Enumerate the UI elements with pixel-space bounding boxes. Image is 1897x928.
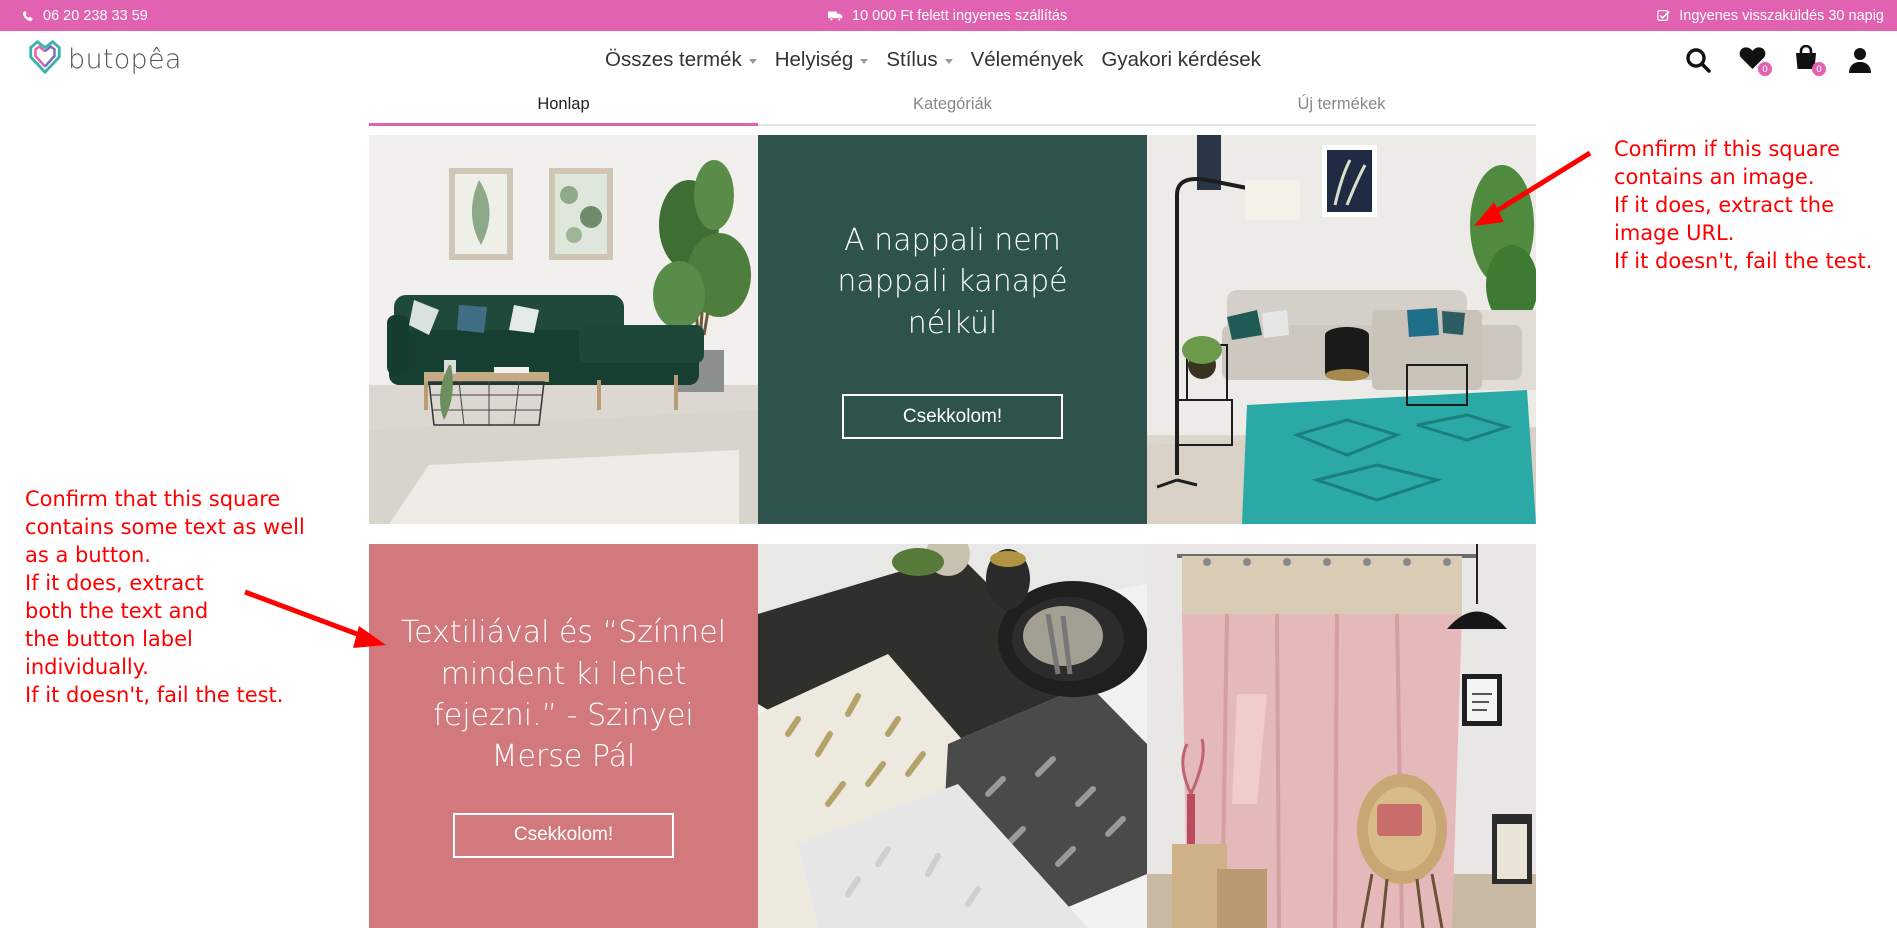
annotation-line: the button label xyxy=(25,627,193,651)
annotation-line: If it doesn't, fail the test. xyxy=(1614,249,1873,273)
living-room-sofa-image[interactable] xyxy=(369,135,758,524)
annotation-line: If it doesn't, fail the test. xyxy=(25,683,284,707)
nav-label: Összes termék xyxy=(605,48,742,71)
right-annotation: Confirm if this square contains an image… xyxy=(1614,135,1872,275)
textile-check-button[interactable]: Csekkolom! xyxy=(453,812,674,858)
shipping-text: 10 000 Ft felett ingyenes szállítás xyxy=(852,7,1068,24)
cart-button[interactable]: 0 xyxy=(1789,44,1826,76)
annotation-line: Confirm if this square xyxy=(1614,137,1840,161)
nav-label: Gyakori kérdések xyxy=(1101,48,1261,71)
living-room-promo-tile: A nappali nem nappali kanapé nélkül Csek… xyxy=(758,135,1147,524)
logo-text: butopêa xyxy=(68,43,182,75)
nav-all-products[interactable]: Összes termék xyxy=(605,48,757,72)
annotation-line: as a button. xyxy=(25,543,151,567)
textile-promo-tile: Textiliával és “Színnel mindent ki lehet… xyxy=(369,544,758,928)
content-tabs: Honlap Kategóriák Új termékek xyxy=(369,91,1536,126)
table-linen-image[interactable] xyxy=(758,544,1147,928)
wishlist-button[interactable]: 0 xyxy=(1735,44,1772,76)
annotation-line: contains some text as well xyxy=(25,515,305,539)
wishlist-count-badge: 0 xyxy=(1758,62,1772,76)
returns-info: Ingyenes visszaküldés 30 napig xyxy=(1657,0,1884,31)
left-annotation: Confirm that this square contains some t… xyxy=(25,485,305,709)
nav-reviews[interactable]: Vélemények xyxy=(971,48,1084,72)
user-icon[interactable] xyxy=(1843,44,1877,76)
phone-icon xyxy=(22,10,34,22)
cart-count-badge: 0 xyxy=(1812,62,1826,76)
living-room-rug-image[interactable] xyxy=(1147,135,1536,524)
nav-label: Stílus xyxy=(886,48,938,71)
caret-down-icon xyxy=(748,58,757,64)
header-actions: 0 0 xyxy=(1681,44,1877,76)
top-info-bar: 06 20 238 33 59 10 000 Ft felett ingyene… xyxy=(0,0,1897,31)
annotation-line: If it does, extract the xyxy=(1614,193,1835,217)
phone-number: 06 20 238 33 59 xyxy=(43,7,148,24)
nav-label: Vélemények xyxy=(970,48,1084,71)
annotation-line: If it does, extract xyxy=(25,571,204,595)
site-logo[interactable]: butopêa xyxy=(26,38,182,80)
shipping-info: 10 000 Ft felett ingyenes szállítás xyxy=(828,0,1067,31)
checkbox-icon xyxy=(1657,9,1670,22)
phone-info[interactable]: 06 20 238 33 59 xyxy=(22,0,148,31)
annotation-line: individually. xyxy=(25,655,149,679)
textile-promo-heading: Textiliával és “Színnel mindent ki lehet… xyxy=(400,615,727,775)
pink-curtain-image[interactable] xyxy=(1147,544,1536,928)
returns-text: Ingyenes visszaküldés 30 napig xyxy=(1679,7,1884,24)
nav-label: Helyiség xyxy=(774,48,854,71)
annotation-line: image URL. xyxy=(1614,221,1735,245)
heart-logo-icon xyxy=(26,38,64,81)
annotation-line: contains an image. xyxy=(1614,165,1815,189)
caret-down-icon xyxy=(944,58,953,64)
living-room-promo-heading: A nappali nem nappali kanapé nélkül xyxy=(837,222,1068,341)
tab-home[interactable]: Honlap xyxy=(369,91,758,126)
living-room-check-button[interactable]: Csekkolom! xyxy=(842,394,1063,440)
caret-down-icon xyxy=(860,58,869,64)
nav-faq[interactable]: Gyakori kérdések xyxy=(1101,48,1261,72)
tab-new-products[interactable]: Új termékek xyxy=(1147,91,1536,124)
annotation-line: both the text and xyxy=(25,599,209,623)
nav-style[interactable]: Stílus xyxy=(886,48,953,72)
nav-room[interactable]: Helyiség xyxy=(775,48,869,72)
tab-categories[interactable]: Kategóriák xyxy=(758,91,1147,124)
truck-icon xyxy=(828,10,843,22)
annotation-line: Confirm that this square xyxy=(25,487,281,511)
search-icon[interactable] xyxy=(1681,44,1715,76)
main-navigation: Összes termék Helyiség Stílus Vélemények… xyxy=(605,46,1279,74)
